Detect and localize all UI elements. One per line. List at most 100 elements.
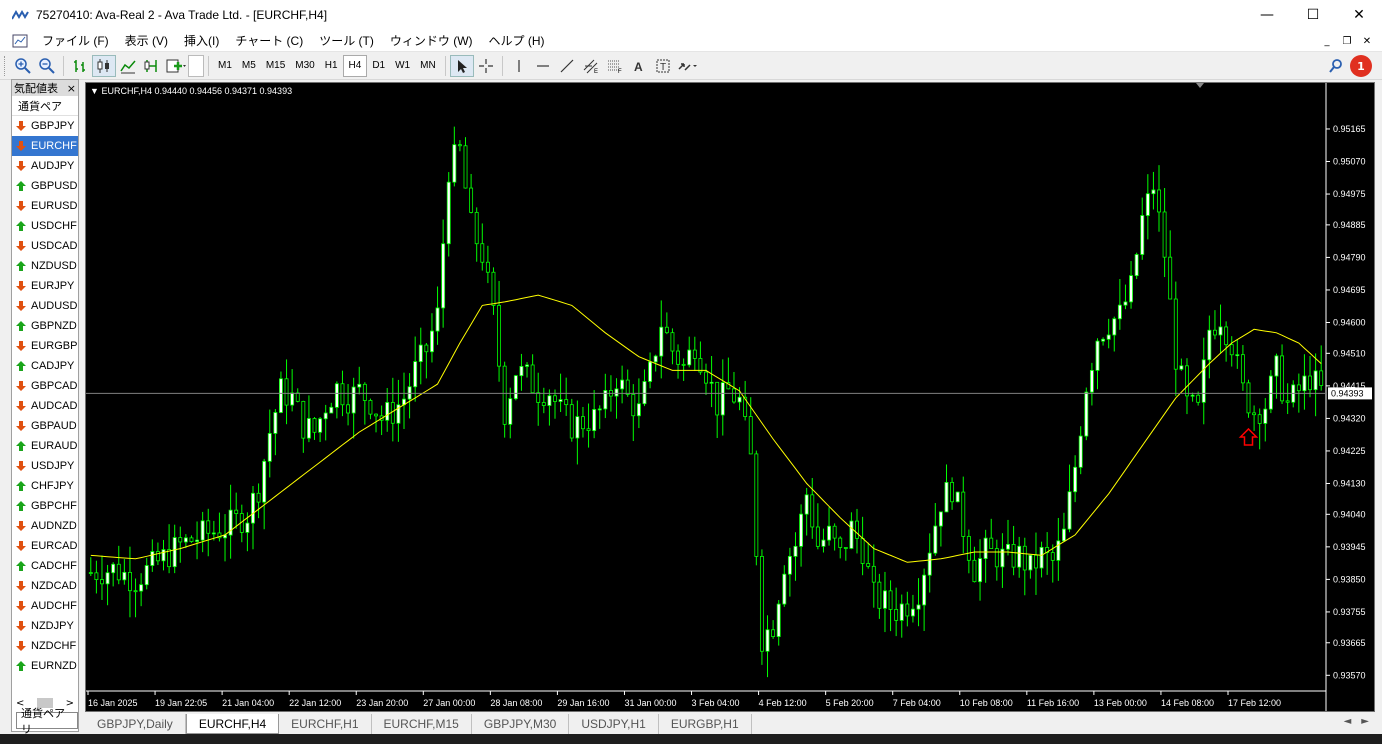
tab-eurchf-h4[interactable]: EURCHF,H4	[185, 714, 280, 734]
symbol-row[interactable]: AUDCAD	[12, 396, 78, 416]
symbol-row[interactable]: GBPCAD	[12, 376, 78, 396]
mdi-minimize-button[interactable]: _	[1318, 33, 1336, 49]
template-button[interactable]	[188, 54, 204, 77]
candle-body	[211, 532, 216, 535]
price-chart[interactable]: 0.95165 0.95070 0.94975 0.94885 0.94790 0.946…	[86, 83, 1374, 711]
line-chart-icon[interactable]	[116, 55, 140, 77]
symbol-row[interactable]: GBPNZD	[12, 316, 78, 336]
arrow-down-icon	[16, 541, 26, 551]
chart-dropdown-icon[interactable]: ▼	[90, 86, 99, 96]
text-label-icon[interactable]: T	[651, 55, 675, 77]
arrow-down-icon	[16, 301, 26, 311]
mdi-close-button[interactable]: ✕	[1358, 33, 1376, 49]
symbol-row[interactable]: CADCHF	[12, 556, 78, 576]
toolbar-grip[interactable]	[4, 55, 7, 76]
timeframe-m30[interactable]: M30	[290, 55, 319, 77]
symbol-row[interactable]: CADJPY	[12, 356, 78, 376]
zoom-in-icon[interactable]	[11, 55, 35, 77]
trendline-icon[interactable]	[555, 55, 579, 77]
candlestick-chart-icon[interactable]	[92, 54, 116, 77]
horizontal-line-icon[interactable]	[531, 55, 555, 77]
symbol-row[interactable]: AUDJPY	[12, 156, 78, 176]
tab-scroll-left-icon[interactable]: ◄	[1344, 716, 1352, 727]
chart-window-icon[interactable]	[12, 33, 28, 49]
timeframe-m5[interactable]: M5	[237, 55, 261, 77]
candle-body	[1173, 298, 1178, 370]
search-icon[interactable]	[1328, 58, 1344, 74]
symbol-row[interactable]: USDJPY	[12, 456, 78, 476]
timeframe-mn[interactable]: MN	[415, 55, 441, 77]
candle-body	[732, 388, 736, 403]
tab-eurchf-h1[interactable]: EURCHF,H1	[279, 714, 372, 734]
arrows-icon[interactable]	[675, 55, 699, 77]
symbol-row[interactable]: NZDUSD	[12, 256, 78, 276]
tab-scroll-right-icon[interactable]: ►	[1361, 716, 1369, 727]
menu-charts[interactable]: チャート (C)	[227, 32, 311, 49]
symbol-row[interactable]: NZDCHF	[12, 636, 78, 656]
candle-body	[1229, 344, 1234, 356]
symbol-row[interactable]: AUDNZD	[12, 516, 78, 536]
timeframe-m15[interactable]: M15	[261, 55, 290, 77]
maximize-button[interactable]: ☐	[1290, 0, 1336, 30]
symbol-row[interactable]: EURJPY	[12, 276, 78, 296]
symbol-row[interactable]: CHFJPY	[12, 476, 78, 496]
notification-badge[interactable]: 1	[1350, 55, 1372, 77]
symbol-row[interactable]: EURNZD	[12, 656, 78, 676]
x-tick-label: 7 Feb 04:00	[893, 698, 941, 708]
text-icon[interactable]: A	[627, 55, 651, 77]
tab-eurgbp-h1[interactable]: EURGBP,H1	[659, 714, 752, 734]
symbol-row[interactable]: NZDJPY	[12, 616, 78, 636]
equidistant-channel-icon[interactable]: E	[579, 55, 603, 77]
tab-gbpjpy-m30[interactable]: GBPJPY,M30	[472, 714, 570, 734]
zoom-out-icon[interactable]	[35, 55, 59, 77]
vertical-line-icon[interactable]	[507, 55, 531, 77]
indicators-icon[interactable]	[164, 55, 188, 77]
crosshair-icon[interactable]	[474, 55, 498, 77]
timeframe-d1[interactable]: D1	[367, 55, 390, 77]
symbol-row[interactable]: EURAUD	[12, 436, 78, 456]
menu-tools[interactable]: ツール (T)	[311, 32, 382, 49]
menu-window[interactable]: ウィンドウ (W)	[382, 32, 481, 49]
close-button[interactable]: ✕	[1336, 0, 1382, 30]
symbol-column-header[interactable]: 通貨ペア	[12, 96, 78, 116]
arrow-up-icon	[16, 661, 26, 671]
timeframe-h1[interactable]: H1	[320, 55, 343, 77]
symbol-row[interactable]: EURGBP	[12, 336, 78, 356]
svg-text:E: E	[594, 69, 598, 74]
tab-gbpjpy-daily[interactable]: GBPJPY,Daily	[85, 714, 186, 734]
timeframe-m1[interactable]: M1	[213, 55, 237, 77]
symbol-row[interactable]: EURCHF	[12, 136, 78, 156]
chart-window[interactable]: ▼ EURCHF,H4 0.94440 0.94456 0.94371 0.94…	[85, 82, 1375, 712]
symbol-row[interactable]: AUDCHF	[12, 596, 78, 616]
x-tick-label: 5 Feb 20:00	[826, 698, 874, 708]
chart-shift-icon[interactable]	[140, 55, 164, 77]
tab-usdjpy-h1[interactable]: USDJPY,H1	[569, 714, 659, 734]
menu-view[interactable]: 表示 (V)	[117, 32, 176, 49]
timeframe-h4[interactable]: H4	[342, 54, 368, 77]
symbol-row[interactable]: USDCAD	[12, 236, 78, 256]
menu-insert[interactable]: 挿入(I)	[176, 32, 227, 49]
menu-help[interactable]: ヘルプ (H)	[481, 32, 553, 49]
symbol-row[interactable]: GBPCHF	[12, 496, 78, 516]
symbol-row[interactable]: NZDCAD	[12, 576, 78, 596]
symbol-row[interactable]: EURCAD	[12, 536, 78, 556]
candle-body	[575, 416, 580, 439]
symbol-row[interactable]: EURUSD	[12, 196, 78, 216]
arrow-down-icon	[16, 161, 26, 171]
minimize-button[interactable]: —	[1244, 0, 1290, 30]
menu-file[interactable]: ファイル (F)	[34, 32, 117, 49]
symbol-row[interactable]: GBPUSD	[12, 176, 78, 196]
symbol-row[interactable]: GBPJPY	[12, 116, 78, 136]
symbol-row[interactable]: AUDUSD	[12, 296, 78, 316]
symbols-tab[interactable]: 通貨ペアリ	[16, 707, 78, 736]
bar-chart-icon[interactable]	[68, 55, 92, 77]
mdi-restore-button[interactable]: ❐	[1338, 33, 1356, 49]
fibonacci-icon[interactable]: F	[603, 55, 627, 77]
timeframe-w1[interactable]: W1	[390, 55, 415, 77]
symbol-row[interactable]: GBPAUD	[12, 416, 78, 436]
cursor-icon[interactable]	[449, 54, 474, 77]
candle-body	[474, 212, 479, 245]
tab-eurchf-m15[interactable]: EURCHF,M15	[372, 714, 472, 734]
symbol-row[interactable]: USDCHF	[12, 216, 78, 236]
market-watch-close-icon[interactable]: ×	[67, 82, 76, 95]
